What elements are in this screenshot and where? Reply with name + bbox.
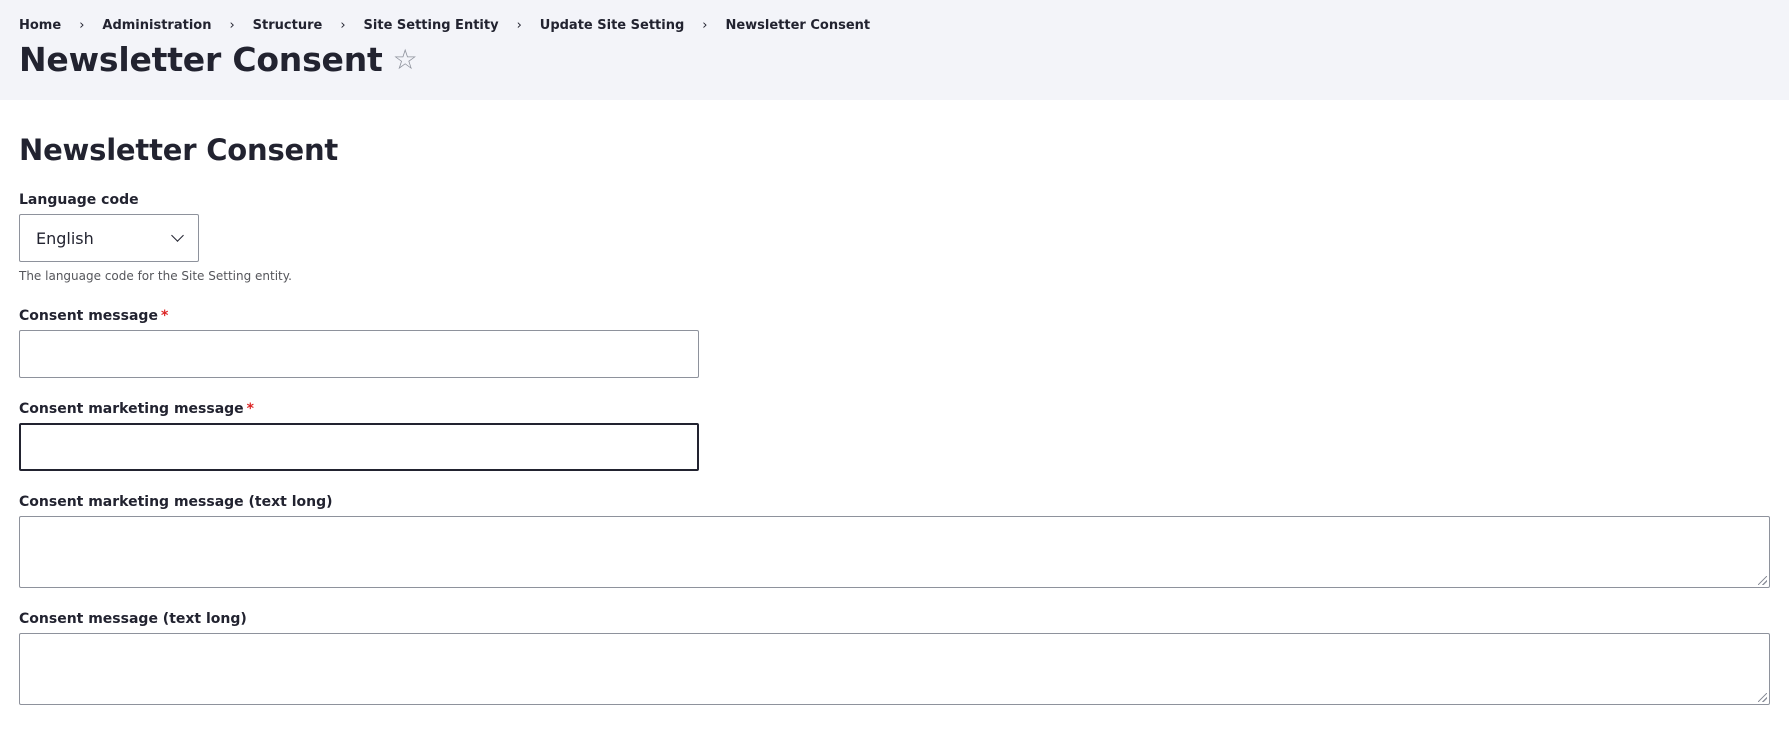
resize-handle-icon[interactable] [1758,576,1767,585]
breadcrumb-structure[interactable]: Structure [253,18,323,33]
breadcrumb-site-setting-entity[interactable]: Site Setting Entity [364,18,499,33]
consent-message-label: Consent message * [19,308,1770,324]
consent-marketing-message-long-textarea[interactable] [19,516,1770,588]
page-title: Newsletter Consent [19,40,383,79]
consent-marketing-message-field: Consent marketing message * [19,401,1770,471]
consent-marketing-message-input[interactable] [19,423,699,471]
language-code-select[interactable]: English [19,214,199,262]
consent-message-input[interactable] [19,330,699,378]
title-row: Newsletter Consent ☆ [19,40,1770,79]
consent-message-field: Consent message * [19,308,1770,378]
consent-message-long-field: Consent message (text long) [19,611,1770,705]
consent-message-long-textarea[interactable] [19,633,1770,705]
language-code-label: Language code [19,192,139,208]
chevron-right-icon: › [79,17,85,33]
consent-marketing-message-label-text: Consent marketing message [19,401,244,417]
consent-marketing-message-long-label: Consent marketing message (text long) [19,494,333,510]
breadcrumb-newsletter-consent[interactable]: Newsletter Consent [725,18,870,33]
language-code-selected-value: English [36,228,94,248]
consent-marketing-message-long-field: Consent marketing message (text long) [19,494,1770,588]
required-marker: * [246,401,254,417]
main-content: Newsletter Consent Language code English… [0,133,1789,705]
chevron-right-icon: › [702,17,708,33]
resize-handle-icon[interactable] [1758,693,1767,702]
language-code-description: The language code for the Site Setting e… [19,269,292,283]
page-header: Home › Administration › Structure › Site… [0,0,1789,100]
breadcrumb-administration[interactable]: Administration [102,18,211,33]
chevron-down-icon [171,229,184,242]
star-outline-icon[interactable]: ☆ [393,45,418,74]
form-title: Newsletter Consent [19,133,339,167]
consent-marketing-message-label: Consent marketing message * [19,401,1770,417]
chevron-right-icon: › [516,17,522,33]
chevron-right-icon: › [229,17,235,33]
breadcrumb-home[interactable]: Home [19,18,61,33]
required-marker: * [160,308,169,324]
consent-message-long-label: Consent message (text long) [19,611,247,627]
breadcrumb: Home › Administration › Structure › Site… [19,16,1770,34]
chevron-right-icon: › [340,17,346,33]
breadcrumb-update-site-setting[interactable]: Update Site Setting [540,18,685,33]
language-code-field: Language code English The language code … [19,192,1770,283]
consent-message-label-text: Consent message [19,308,158,324]
